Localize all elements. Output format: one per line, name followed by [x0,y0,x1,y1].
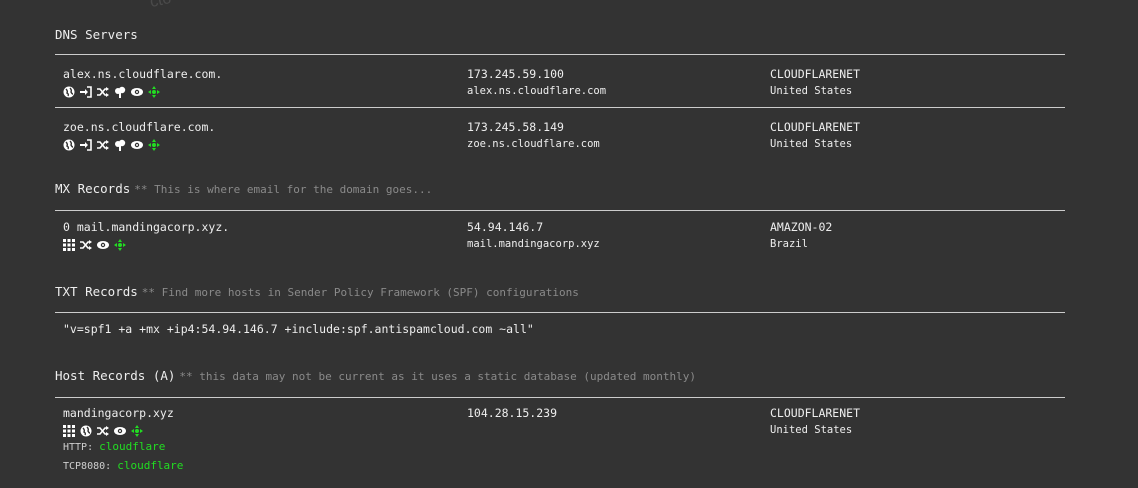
dns-name: zoe.ns.cloudflare.com. [63,120,216,134]
shuffle-icon[interactable] [97,425,109,437]
dns-asn: CLOUDFLARENET [770,120,861,134]
dns-ip: 173.245.58.149 [467,120,564,134]
eye-icon[interactable] [131,86,143,98]
txt-record-value: "v=spf1 +a +mx +ip4:54.94.146.7 +include… [63,322,534,336]
watermark-text: cto [148,0,173,12]
mx-name: 0 mail.mandingacorp.xyz. [63,220,230,234]
grid-icon[interactable] [63,424,75,437]
sign-in-icon[interactable] [80,138,92,151]
http-banner: HTTP: cloudflare [63,440,166,453]
sign-in-icon[interactable] [80,85,92,98]
dns-reverse-host: zoe.ns.cloudflare.com [467,138,600,150]
grid-icon[interactable] [63,238,75,251]
mx-reverse-host: mail.mandingacorp.xyz [467,238,600,250]
txt-records-note: ** Find more hosts in Sender Policy Fram… [141,286,579,299]
sitemap-icon[interactable] [114,86,126,98]
globe-icon[interactable] [63,86,75,98]
dns-asn: CLOUDFLARENET [770,67,861,81]
dns-row: alex.ns.cloudflare.com. 173.245.59.100 a… [55,55,1065,108]
globe-icon[interactable] [80,425,92,437]
crosshairs-icon[interactable] [148,138,160,151]
mx-ip: 54.94.146.7 [467,220,544,234]
txt-records-title: TXT Records ** Find more hosts in Sender … [55,284,579,299]
host-country: United States [770,424,853,436]
eye-icon[interactable] [114,425,126,437]
shuffle-icon[interactable] [97,86,109,98]
mx-country: Brazil [770,238,808,250]
sitemap-icon[interactable] [114,139,126,151]
mx-records-section: MX Records ** This is where email for the… [55,179,1065,263]
host-records-section: Host Records (A) ** this data may not be … [55,366,1065,488]
dns-ip: 173.245.59.100 [467,67,564,81]
shuffle-icon[interactable] [80,239,92,251]
dns-country: United States [770,85,853,97]
dns-servers-section: DNS Servers alex.ns.cloudflare.com. 173.… [55,25,1065,160]
mx-asn: AMAZON-02 [770,220,833,234]
host-row: mandingacorp.xyz HTTP: cloudflare TCP808… [55,398,1065,488]
host-records-note: ** this data may not be current as it us… [179,370,696,383]
txt-records-section: TXT Records ** Find more hosts in Sender … [55,282,1065,353]
host-ip: 104.28.15.239 [467,406,558,420]
shuffle-icon[interactable] [97,139,109,151]
tcp8080-banner: TCP8080: cloudflare [63,459,184,472]
dns-servers-title: DNS Servers [55,27,138,42]
crosshairs-icon[interactable] [114,238,126,251]
crosshairs-icon[interactable] [131,424,143,437]
host-asn: CLOUDFLARENET [770,406,861,420]
host-records-title: Host Records (A) ** this data may not be … [55,368,696,383]
mx-row: 0 mail.mandingacorp.xyz. 54.94.146.7 mai… [55,211,1065,263]
dns-row: zoe.ns.cloudflare.com. 173.245.58.149 zo… [55,108,1065,160]
crosshairs-icon[interactable] [148,85,160,98]
host-name: mandingacorp.xyz [63,406,174,420]
eye-icon[interactable] [131,139,143,151]
dns-reverse-host: alex.ns.cloudflare.com [467,85,607,97]
mx-records-note: ** This is where email for the domain go… [134,183,433,196]
txt-row: "v=spf1 +a +mx +ip4:54.94.146.7 +include… [55,313,1065,353]
mx-records-title: MX Records ** This is where email for the… [55,181,433,196]
globe-icon[interactable] [63,139,75,151]
eye-icon[interactable] [97,239,109,251]
dns-country: United States [770,138,853,150]
dns-name: alex.ns.cloudflare.com. [63,67,223,81]
